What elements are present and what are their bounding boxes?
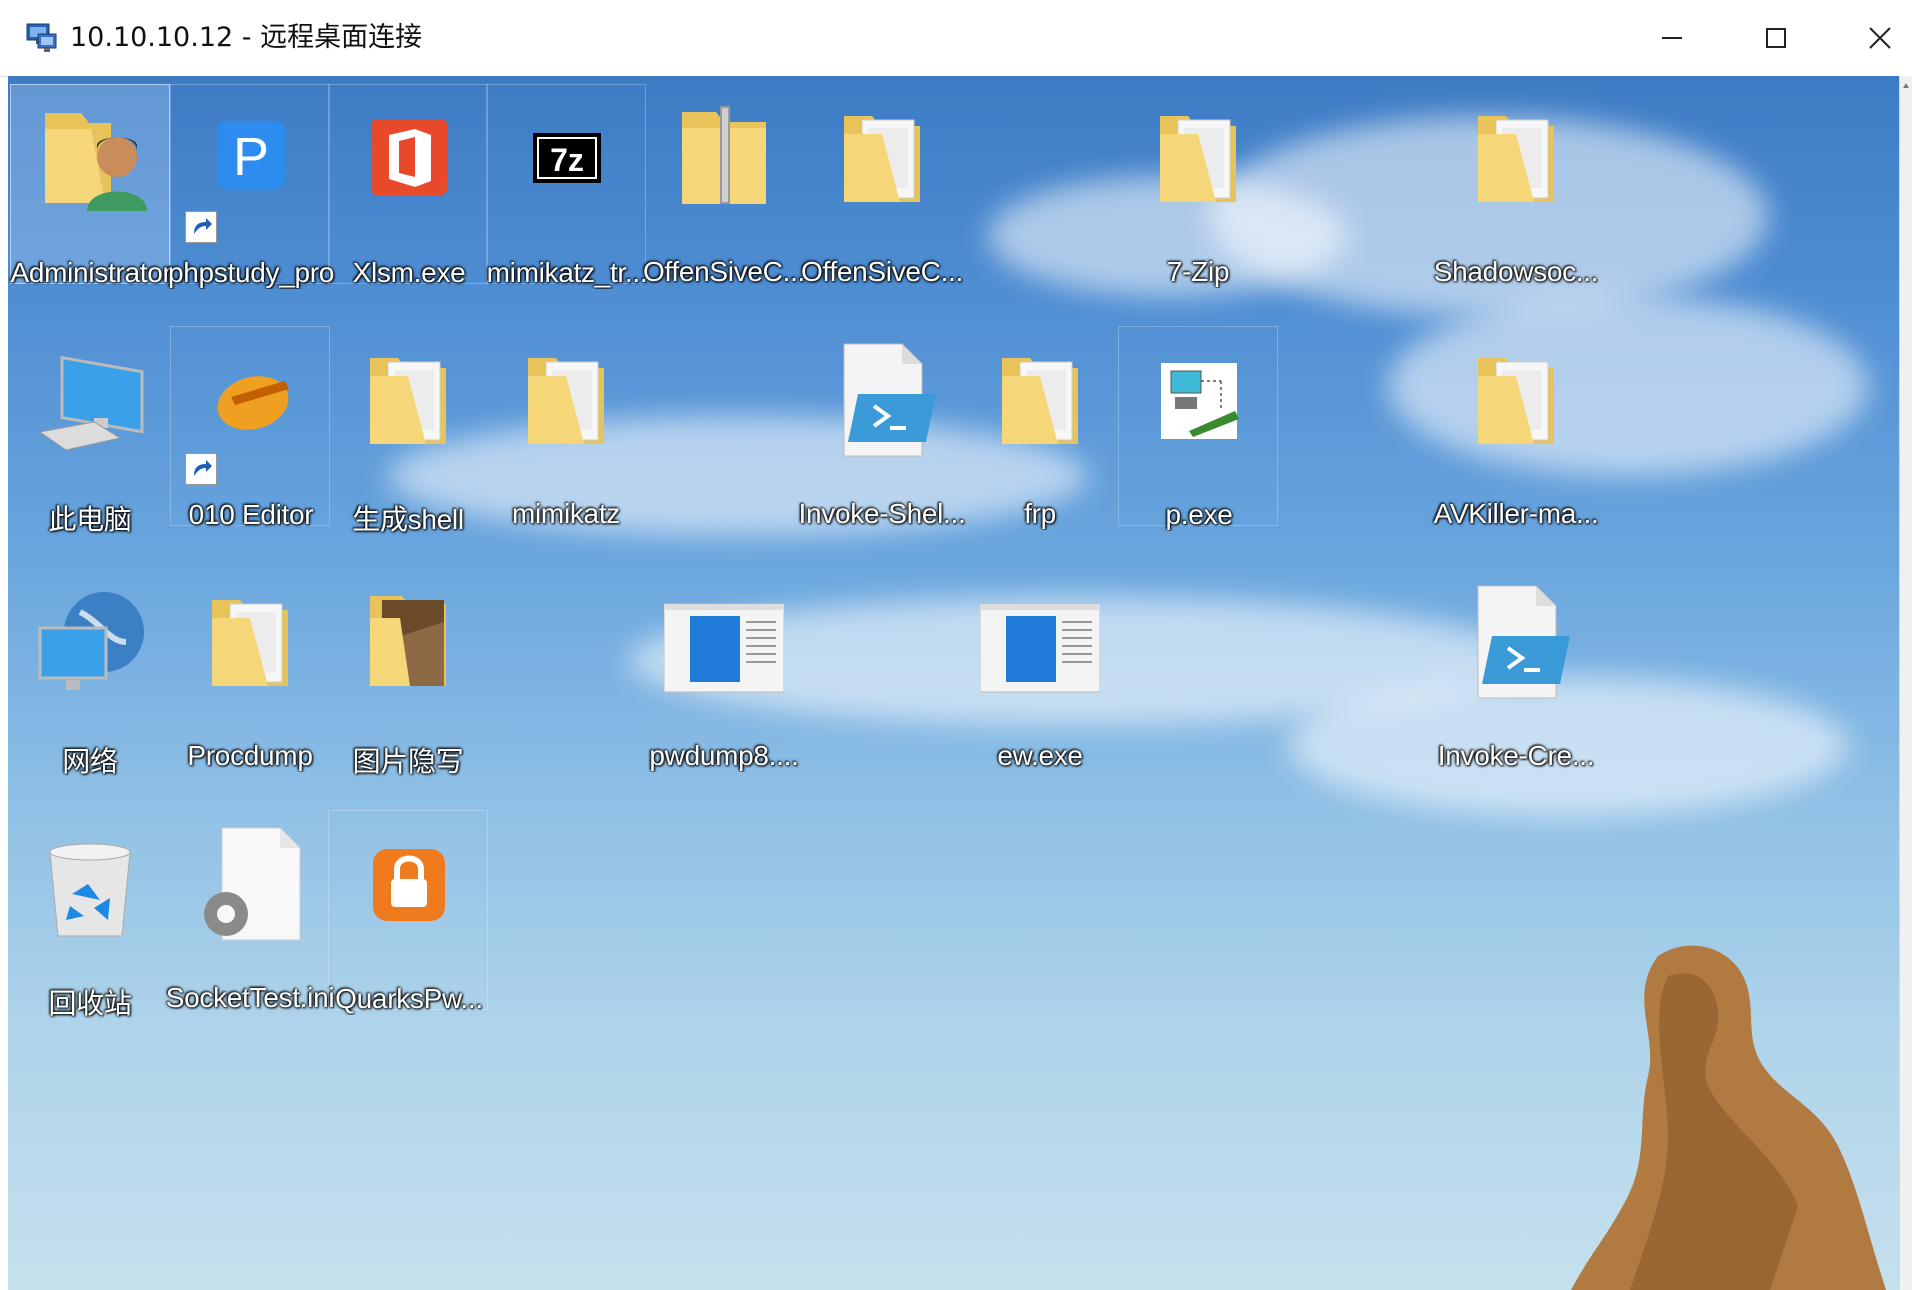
close-button[interactable] (1828, 0, 1912, 76)
network-globe-icon (30, 582, 150, 702)
desktop-icon-label: ew.exe (997, 740, 1083, 771)
svg-text:P: P (233, 127, 269, 187)
desktop-icon-label: 回收站 (48, 988, 132, 1019)
office-icon (349, 99, 469, 219)
desktop-icon-label: mimikatz_tr... (486, 257, 648, 288)
desktop-icon-label: 图片隐写 (352, 746, 464, 777)
desktop-icon-label: phpstudy_pro (167, 257, 335, 288)
desktop-icon[interactable]: p.exe (1118, 326, 1278, 530)
scroll-up-icon[interactable] (1902, 82, 1910, 90)
desktop-icon[interactable]: 回收站 (10, 810, 170, 1019)
desktop-icon[interactable]: 010 Editor (170, 326, 330, 530)
desktop-icon-label: AVKiller-ma... (1433, 498, 1599, 529)
photo-folder-icon (348, 582, 468, 702)
network-app-icon (1139, 341, 1259, 461)
exe-window-icon (979, 582, 1101, 702)
desktop-icon[interactable]: Invoke-Cre... (1436, 568, 1596, 771)
desktop-icon[interactable]: pwdump8.... (644, 568, 804, 771)
desktop-icon[interactable]: 生成shell (328, 326, 488, 535)
folder-icon (980, 340, 1100, 460)
window-title: 10.10.10.12 - 远程桌面连接 (70, 22, 423, 53)
desktop-icon[interactable]: OffenSiveC... (801, 84, 963, 287)
user-folder-icon (31, 99, 151, 219)
desktop-icon[interactable]: 网络 (10, 568, 170, 777)
desktop-icon[interactable]: SocketTest.ini (166, 810, 335, 1013)
desktop-icon[interactable]: Procdump (170, 568, 330, 771)
desktop-icon-label: 010 Editor (188, 499, 314, 530)
title-bar[interactable]: 10.10.10.12 - 远程桌面连接 (0, 0, 1912, 77)
phpstudy-icon: P (191, 99, 311, 219)
desktop-icon[interactable]: Shadowsoc... (1434, 84, 1599, 287)
desktop-icon[interactable]: frp (960, 326, 1120, 529)
desktop-icon-label: QuarksPw... (335, 983, 483, 1014)
shortcut-arrow-icon (185, 211, 217, 243)
wallpaper-rock (1571, 945, 1887, 1290)
maximize-button[interactable] (1724, 0, 1828, 76)
desktop-icon-label: Shadowsoc... (1433, 256, 1599, 287)
desktop-icon-label: pwdump8.... (649, 740, 799, 771)
folder-icon (822, 98, 942, 218)
desktop-icon-label: 7-Zip (1166, 256, 1230, 287)
folder-icon (348, 340, 468, 460)
vertical-scrollbar[interactable] (1899, 76, 1912, 1290)
desktop-icon-label: Xlsm.exe (352, 257, 466, 288)
desktop-icon[interactable]: Administrator (10, 84, 172, 288)
folder-icon (506, 340, 626, 460)
remote-desktop-icon (26, 23, 57, 52)
desktop-icon[interactable]: ew.exe (960, 568, 1120, 771)
lock-app-icon (349, 825, 469, 945)
folder-icon (1138, 98, 1258, 218)
remote-desktop-window: 10.10.10.12 - 远程桌面连接 Administrator Pphpst… (0, 0, 1912, 1290)
desktop-icon-label: Procdump (187, 740, 313, 771)
desktop-icon-label: p.exe (1165, 499, 1233, 530)
desktop-icon[interactable]: AVKiller-ma... (1434, 326, 1599, 529)
minimize-icon (1662, 37, 1682, 39)
desktop-icon[interactable]: 此电脑 (10, 326, 170, 535)
folder-icon (1456, 340, 1576, 460)
7zip-archive-icon: 7z (507, 99, 627, 219)
desktop-icon-label: 生成shell (352, 504, 464, 535)
recycle-bin-icon (30, 824, 150, 944)
powershell-script-icon (1456, 582, 1576, 702)
zip-folder-icon (664, 98, 784, 218)
powershell-script-icon (822, 340, 942, 460)
desktop-icon-label: SocketTest.ini (165, 982, 335, 1013)
desktop-icon-label: frp (1024, 498, 1056, 529)
minimize-button[interactable] (1620, 0, 1724, 76)
desktop-icon-label: 网络 (62, 746, 118, 777)
desktop-icon-label: OffenSiveC... (800, 256, 964, 287)
svg-text:7z: 7z (550, 142, 584, 178)
desktop-icon[interactable]: Invoke-Shel... (799, 326, 966, 529)
desktop-icon[interactable]: Pphpstudy_pro (168, 84, 334, 288)
010-editor-icon (191, 341, 311, 461)
desktop-icon[interactable]: 图片隐写 (328, 568, 488, 777)
folder-icon (190, 582, 310, 702)
desktop-icon-label: Invoke-Cre... (1437, 740, 1595, 771)
desktop-icon[interactable]: 7z mimikatz_tr... (486, 84, 648, 288)
desktop-icon-label: Administrator (10, 257, 172, 288)
maximize-icon (1766, 28, 1786, 48)
desktop-icon[interactable]: Xlsm.exe (328, 84, 488, 288)
desktop-icon-label: Invoke-Shel... (798, 498, 966, 529)
desktop-icon-label: 此电脑 (48, 504, 132, 535)
desktop-icon-label: mimikatz (511, 498, 621, 529)
desktop-icon-label: OffenSiveC... (642, 256, 806, 287)
desktop-icon[interactable]: OffenSiveC... (643, 84, 805, 287)
remote-desktop-area[interactable]: Administrator Pphpstudy_pro Xlsm.exe 7z mimi… (8, 76, 1900, 1290)
computer-icon (30, 340, 150, 460)
close-icon (1869, 27, 1891, 49)
exe-window-icon (663, 582, 785, 702)
desktop-icon[interactable]: QuarksPw... (328, 810, 488, 1014)
folder-icon (1456, 98, 1576, 218)
desktop-icon[interactable]: mimikatz (486, 326, 646, 529)
config-file-icon (190, 824, 310, 944)
desktop-icon[interactable]: 7-Zip (1118, 84, 1278, 287)
shortcut-arrow-icon (185, 453, 217, 485)
